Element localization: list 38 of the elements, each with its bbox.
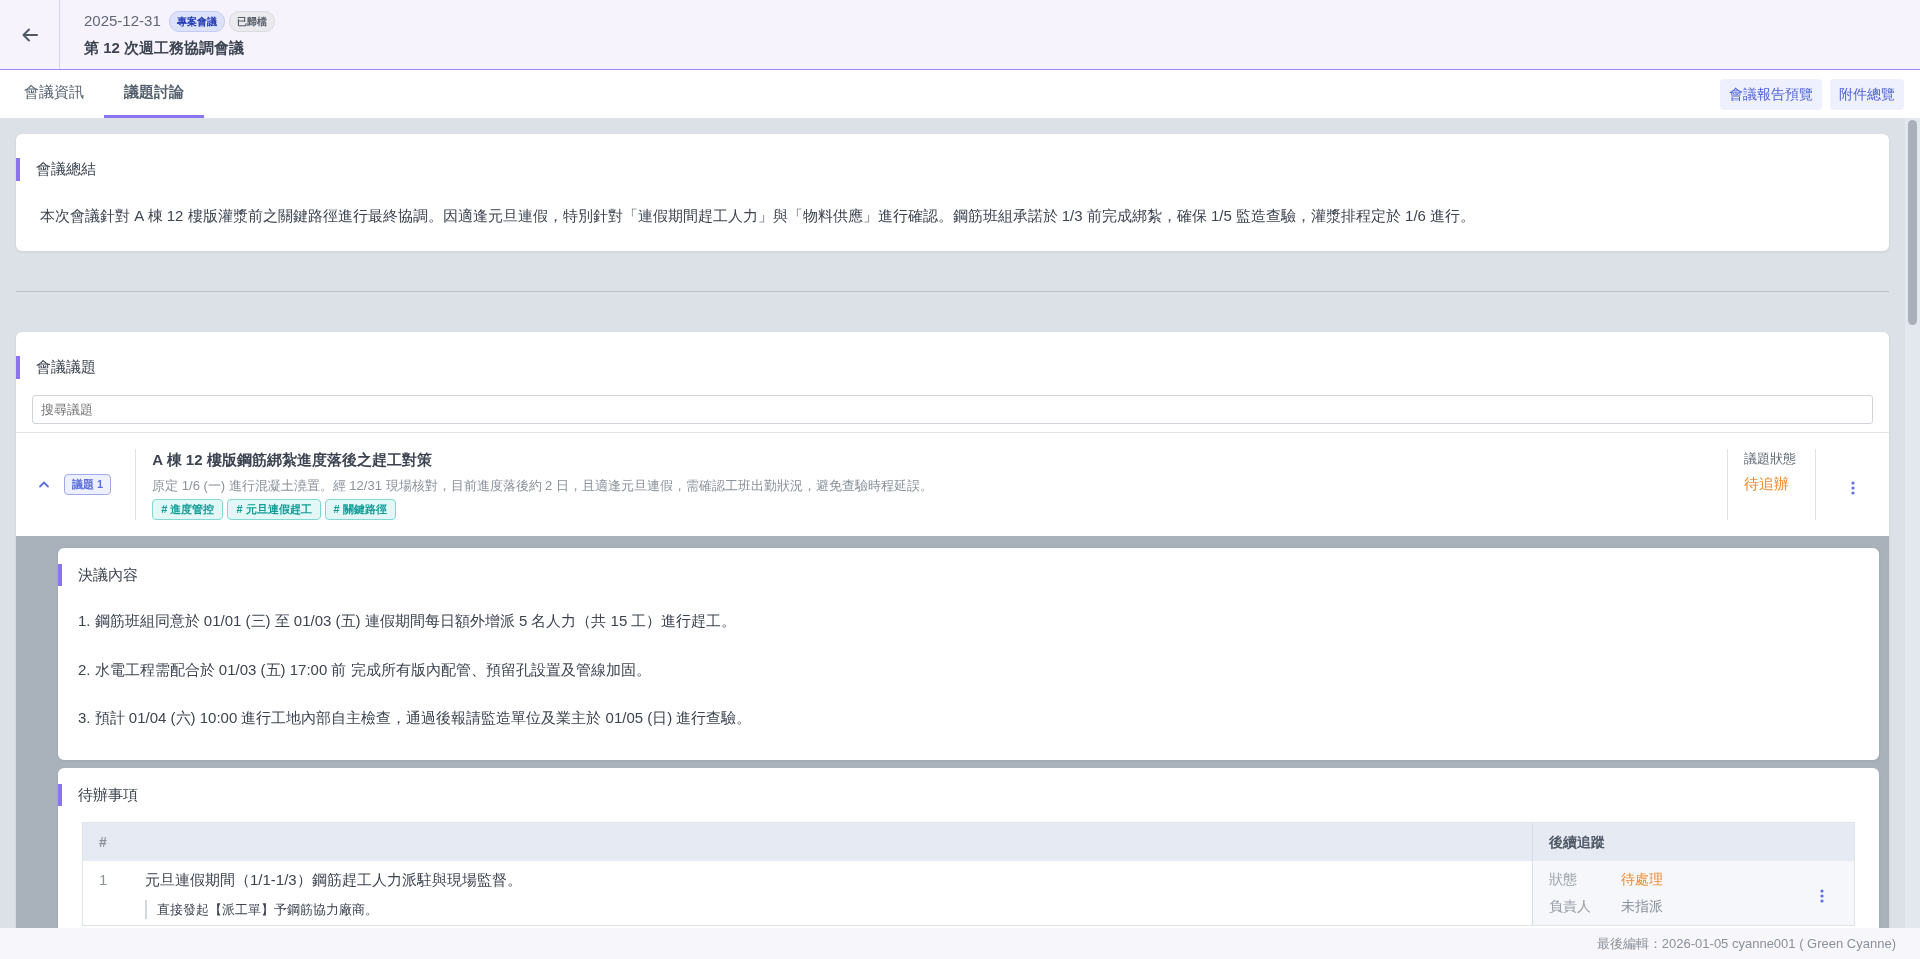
todo-title: 元旦連假期間（1/1-1/3）鋼筋趕工人力派駐與現場監督。 [145,870,522,890]
more-vertical-icon [1820,889,1824,904]
todo-note: 直接發起【派工單】予鋼筋協力廠商。 [145,899,522,919]
todo-status: 待處理 [1621,870,1664,889]
field-label: 狀態 [1549,870,1578,889]
field-label: 負責人 [1549,897,1592,916]
status-label: 議題狀態 [1744,450,1797,468]
topic-tag: # 進度管控 [152,499,224,520]
action-button[interactable]: 附件總覽 [1830,78,1904,110]
scrollbar-thumb[interactable] [1908,120,1917,325]
summary-text: 本次會議針對 A 棟 12 樓版灌漿前之關鍵路徑進行最終協調。因適逢元旦連假，特別針對「連假期間趕工人力」與「物料供應」進行確認。鋼筋班組承諾於 1/3 前完成綁紮，確保 1/5 監造查驗，灌漿排程定於 1/6 進行。 [39,205,1477,226]
section-title: 決議內容 [58,563,1879,586]
resolution-item: 3. 預計 01/04 (六) 10:00 進行工地內部自主檢查，通過後報請監造單位及業主於 01/05 (日) 進行查驗。 [78,708,753,728]
tab[interactable]: 會議資訊 [4,70,104,118]
section-title: 待辦事項 [58,783,1879,806]
topic-badge: 議題 1 [64,474,112,495]
column-header: 後續追蹤 [1549,832,1605,852]
action-button[interactable]: 會議報告預覽 [1720,78,1822,110]
meeting-tag: 專案會議 [168,10,225,32]
column-header: # [99,832,107,852]
row-number: 1 [98,870,109,890]
topic-tag: # 元旦連假趕工 [227,499,321,520]
last-edited-text: 最後編輯：2026-01-05 cyanne001 ( Green Cyanne) [1596,934,1896,953]
meeting-date: 2025-12-31 [84,11,161,31]
section-title: 會議總結 [16,158,1889,181]
topic-tag: # 關鍵路徑 [324,499,396,520]
topic-description: 原定 1/6 (一) 進行混凝土澆置。經 12/31 現場核對，目前進度落後約 2 日，且適逢元旦連假，需確認工班出勤狀況，避免查驗時程延誤。 [152,476,934,495]
search-field[interactable]: 搜尋議題 [32,394,1873,424]
meeting-tag: 已歸檔 [228,10,275,32]
meeting-title: 第 12 次週工務協調會議 [84,37,246,58]
topic-title: A 棟 12 樓版鋼筋綁紮進度落後之趕工對策 [152,450,433,470]
resolution-item: 1. 鋼筋班組同意於 01/01 (三) 至 01/03 (五) 連假期間每日額外增派 5 名人力（共 15 工）進行趕工。 [78,611,738,631]
more-vertical-icon [1850,481,1855,496]
resolution-item: 2. 水電工程需配合於 01/03 (五) 17:00 前 完成所有版內配管、預留孔設置及管線加固。 [78,659,652,680]
chevron-icon [38,480,50,489]
todo-owner: 未指派 [1621,897,1664,916]
section-title: 會議議題 [16,356,1889,379]
status-value: 待追辦 [1744,473,1790,494]
